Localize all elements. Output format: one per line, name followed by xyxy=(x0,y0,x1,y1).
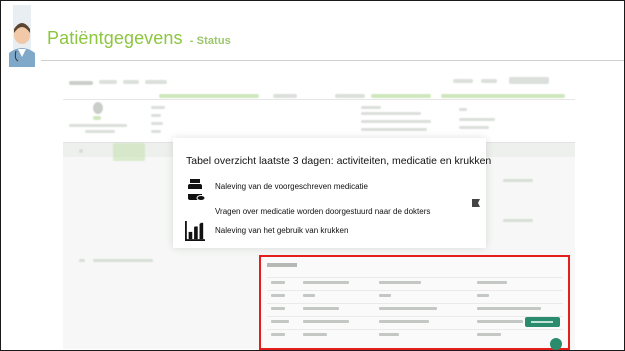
table-heading xyxy=(267,263,297,267)
callout-item-label: Vragen over medicatie worden doorgestuur… xyxy=(215,207,431,216)
page-title: Patiëntgegevens - Status xyxy=(47,28,231,49)
callout-item-label: Naleving van het gebruik van krukken xyxy=(215,226,349,235)
table-row xyxy=(267,303,563,314)
table-row xyxy=(267,316,563,327)
send-icon xyxy=(472,199,480,207)
help-fab-button[interactable] xyxy=(550,338,562,350)
table-row xyxy=(267,277,563,288)
callout-heading: Tabel overzicht laatste 3 dagen: activit… xyxy=(186,155,492,167)
slide-header: Patiëntgegevens - Status xyxy=(1,1,624,73)
medication-bottle-icon xyxy=(188,179,205,201)
doctor-avatar-icon xyxy=(9,5,35,67)
table-row xyxy=(267,329,563,340)
callout-item-label: Naleving van de voorgeschreven medicatie xyxy=(215,182,368,191)
action-button[interactable] xyxy=(525,317,560,327)
feature-callout: Tabel overzicht laatste 3 dagen: activit… xyxy=(173,138,491,248)
bar-chart-icon xyxy=(185,221,205,241)
page-title-text: Patiëntgegevens xyxy=(47,28,183,48)
page-subtitle: - Status xyxy=(189,35,231,47)
table-row xyxy=(267,290,563,301)
slide-frame: Patiëntgegevens - Status Tabel overzicht… xyxy=(0,0,625,351)
screenshot-patient-info xyxy=(63,94,575,143)
title-divider xyxy=(41,60,624,61)
highlighted-overview-table xyxy=(259,255,570,350)
